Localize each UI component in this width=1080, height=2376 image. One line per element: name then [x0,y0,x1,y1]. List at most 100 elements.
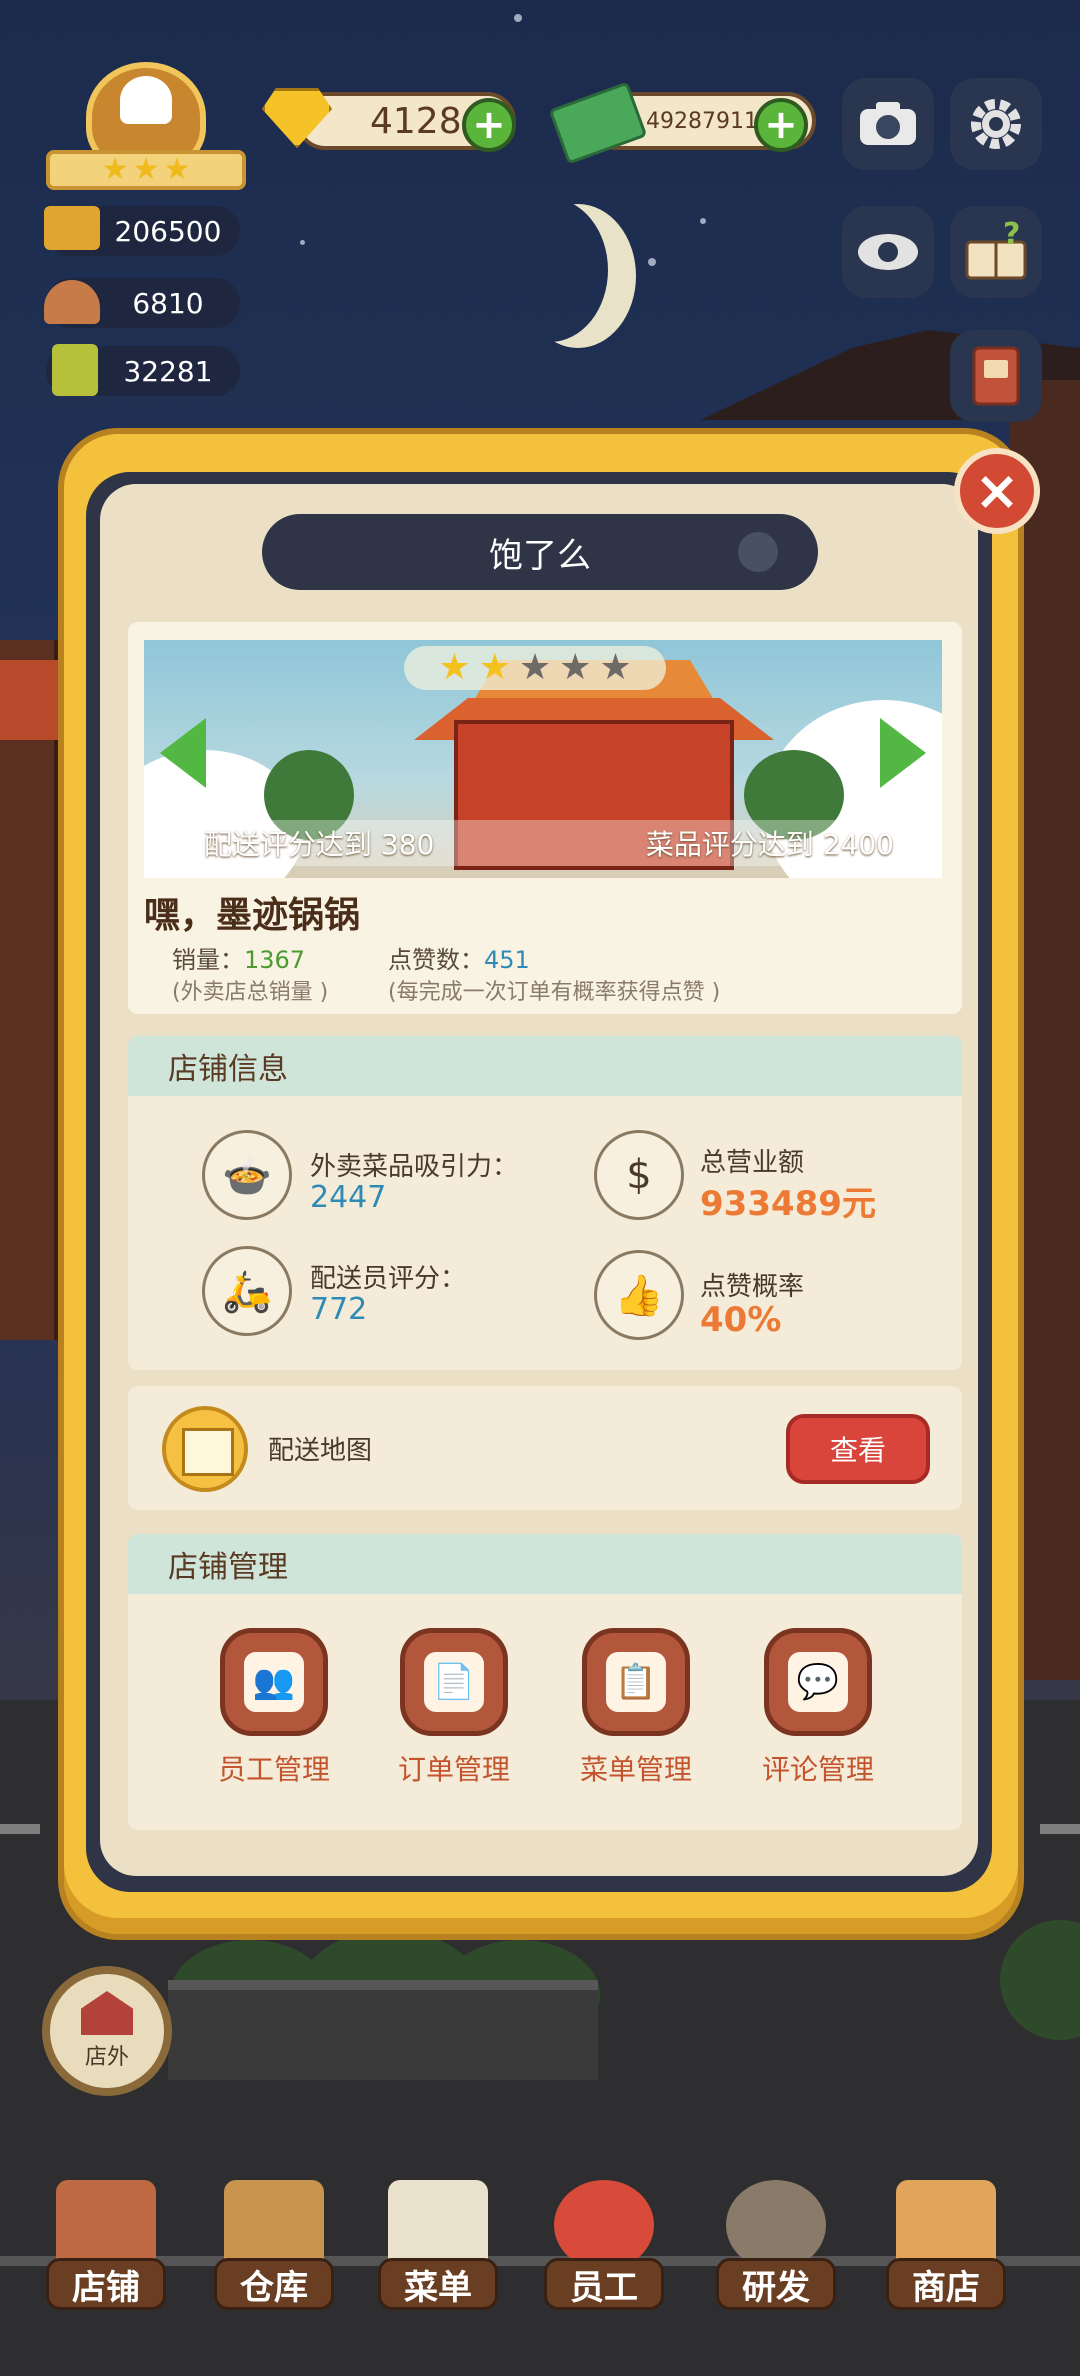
menu-board-icon [388,2180,488,2270]
delivery-map-label: 配送地图 [268,1436,373,1466]
delivery-score-requirement: 配送评分达到 380 [204,828,435,861]
go-outside-label: 店外 [84,2045,129,2070]
nav-warehouse[interactable]: 仓库 [214,2160,334,2310]
nav-staff[interactable]: 员工 [544,2160,664,2310]
sales-stat: 销量：1367 [172,940,305,975]
store-info-title: 店铺信息 [168,1052,288,1087]
store-management-title: 店铺管理 [168,1550,288,1585]
staff-icon: 👥 [244,1652,304,1712]
order-icon: 📄 [424,1652,484,1712]
star-empty-icon: ★ [559,647,592,688]
nav-store[interactable]: 商店 [886,2160,1006,2310]
book-icon [52,344,98,396]
likes-label: 点赞数： [388,946,484,974]
camera-icon [860,102,916,145]
shop-star-rating: ★ ★ ★ ★ ★ [404,646,666,690]
review-management-label: 评论管理 [761,1753,874,1786]
help-button[interactable]: ? [950,206,1042,298]
chef-hat-icon [120,76,172,124]
dish-appeal-value: 2447 [310,1180,387,1215]
staff-management-button[interactable]: 👥 [220,1628,328,1736]
warehouse-icon [224,2180,324,2270]
store-info-header: 店铺信息 [128,1036,962,1096]
dish-score-requirement: 菜品评分达到 2400 [645,828,894,861]
recipe-book-button[interactable] [950,330,1042,422]
star-filled-icon: ★ [438,647,471,688]
planter [168,1980,598,2080]
panel-title-bar: 饱了么 [262,514,818,590]
svg-text:?: ? [1003,220,1020,252]
stat-value-recipes: 32281 [123,354,213,388]
staff-management-label: 员工管理 [217,1753,330,1786]
stat-value-dishes: 6810 [132,286,204,320]
add-cash-button[interactable]: + [754,98,808,152]
dish-plate-icon: 🍲 [202,1130,292,1220]
sales-note: (外卖店总销量 ) [172,980,329,1005]
star-empty-icon: ★ [518,647,552,688]
nav-menu[interactable]: 菜单 [378,2160,498,2310]
gem-value: 4128 [370,100,462,142]
likes-value: 451 [484,946,530,974]
sales-label: 销量： [172,946,244,974]
star-filled-icon: ★ [478,647,511,688]
revenue-value: 933489元 [700,1184,876,1224]
nav-research[interactable]: 研发 [716,2160,836,2310]
dish-appeal-label: 外卖菜品吸引力： [310,1152,519,1182]
close-button[interactable]: × [954,448,1040,534]
building-left [0,640,60,1340]
menu-icon: 📋 [606,1652,666,1712]
research-icon [726,2180,826,2270]
courier-score-value: 772 [310,1292,368,1327]
house-icon [81,1991,133,2035]
likes-stat: 点赞数：451 [388,940,530,975]
like-rate-value: 40% [700,1300,782,1340]
add-gems-button[interactable]: + [462,98,516,152]
nav-shop-label: 店铺 [46,2258,166,2310]
shop-icon [56,2180,156,2270]
store-management-header: 店铺管理 [128,1534,962,1594]
order-management-label: 订单管理 [397,1753,510,1786]
recipe-book-icon [972,346,1020,406]
panel-title: 饱了么 [489,535,591,576]
comment-icon: 💬 [788,1652,848,1712]
nav-staff-label: 员工 [544,2258,664,2310]
shop-name: 嘿，墨迹锅锅 [144,895,361,936]
star-empty-icon: ★ [599,647,632,688]
cash-value: 492879115 [646,108,772,134]
likes-note: (每完成一次订单有概率获得点赞 ) [388,980,721,1005]
go-outside-button[interactable]: 店外 [42,1966,172,2096]
gear-icon [971,99,1021,149]
view-map-label: 查看 [829,1434,886,1467]
moon [492,198,608,342]
order-management-button[interactable]: 📄 [400,1628,508,1736]
store-icon [896,2180,996,2270]
settings-button[interactable] [950,78,1042,170]
like-rate-label: 点赞概率 [700,1272,805,1302]
review-management-button[interactable]: 💬 [764,1628,872,1736]
upgrade-requirements: 配送评分达到 380 菜品评分达到 2400 [164,820,934,866]
staff-icon [554,2180,654,2270]
visibility-button[interactable] [842,206,934,298]
stat-value-stock: 206500 [114,214,222,248]
chef-rank-badge[interactable]: ★ ★ ★ [46,62,246,192]
nav-menu-label: 菜单 [378,2258,498,2310]
revenue-label: 总营业额 [700,1148,805,1178]
close-icon: × [974,459,1020,522]
nav-research-label: 研发 [716,2258,836,2310]
money-bag-icon: $ [594,1130,684,1220]
courier-scooter-icon: 🛵 [202,1246,292,1336]
nav-shop[interactable]: 店铺 [46,2160,166,2310]
courier-score-label: 配送员评分： [310,1264,467,1294]
menu-management-button[interactable]: 📋 [582,1628,690,1736]
view-map-button[interactable]: 查看 [786,1414,930,1484]
sales-value: 1367 [244,946,306,974]
nav-warehouse-label: 仓库 [214,2258,334,2310]
register-icon [44,206,100,250]
camera-button[interactable] [842,78,934,170]
map-icon [162,1406,248,1492]
menu-management-label: 菜单管理 [579,1753,692,1786]
thumbs-up-icon: 👍 [594,1250,684,1340]
nav-store-label: 商店 [886,2258,1006,2310]
help-book-icon: ? [965,220,1027,280]
eye-icon [858,234,918,270]
